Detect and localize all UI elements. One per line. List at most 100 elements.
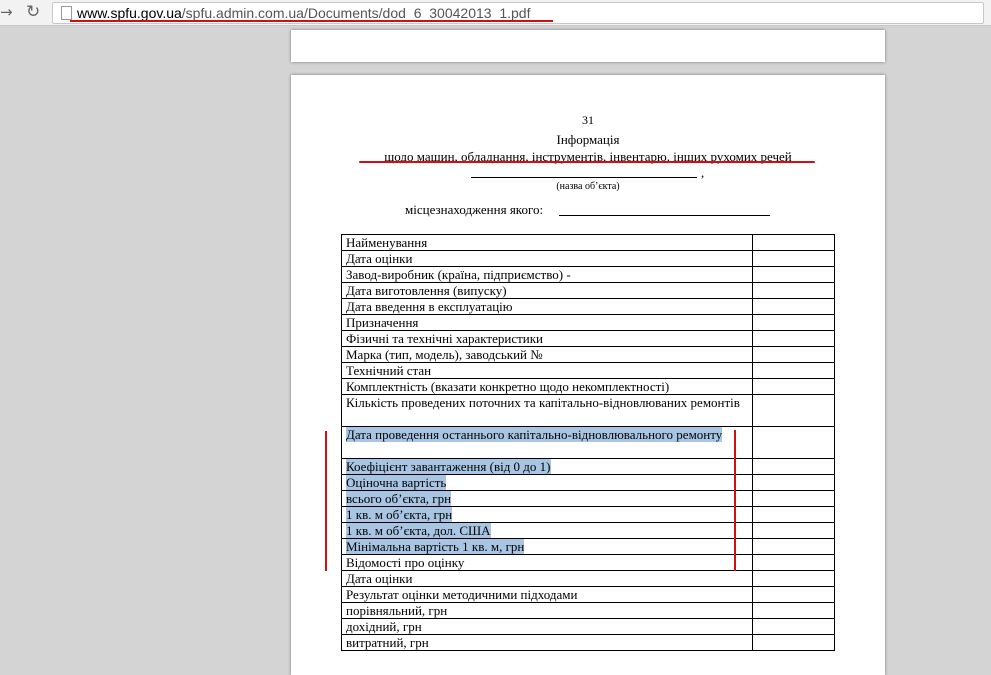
row-label-text: Результат оцінки методичними підходами <box>346 587 578 602</box>
row-value-cell <box>752 522 835 539</box>
row-label: Коефіцієнт завантаження (від 0 до 1) <box>341 458 753 475</box>
object-name-comma: , <box>701 165 705 180</box>
row-value-cell <box>752 634 835 651</box>
row-label-text: Дата проведення останнього капітально-ві… <box>346 427 723 442</box>
row-label-text: Завод-виробник (країна, підприємство) - <box>346 267 571 282</box>
row-label: дохідний, грн <box>341 618 753 635</box>
row-value-cell <box>752 538 835 555</box>
table-row: Дата оцінки <box>341 250 835 267</box>
row-label: Дата виготовлення (випуску) <box>341 282 753 299</box>
table-row: Призначення <box>341 314 835 331</box>
row-label: Дата введення в експлуатацію <box>341 298 753 315</box>
row-label-text: Мінімальна вартість 1 кв. м, грн <box>346 539 525 554</box>
row-label: Дата проведення останнього капітально-ві… <box>341 426 753 459</box>
row-value-cell <box>752 586 835 603</box>
row-value-cell <box>752 346 835 363</box>
row-label: Комплектність (вказати конкретно щодо не… <box>341 378 753 395</box>
current-page: 31 Інформація щодо машин, обладнання, ін… <box>291 75 885 675</box>
document-title: Інформація <box>556 132 620 147</box>
row-label-text: всього об’єкта, грн <box>346 491 452 506</box>
table-row: 1 кв. м об’єкта, дол. США <box>341 522 835 539</box>
row-label: Дата оцінки <box>341 570 753 587</box>
row-label: 1 кв. м об’єкта, грн <box>341 506 753 523</box>
row-value-cell <box>752 234 835 251</box>
red-annotation-right <box>734 430 736 571</box>
table-row: Найменування <box>341 234 835 251</box>
table-row: Дата оцінки <box>341 570 835 587</box>
table-row: порівняльний, грн <box>341 602 835 619</box>
row-label: Оціночна вартість <box>341 474 753 491</box>
row-label: всього об’єкта, грн <box>341 490 753 507</box>
row-label-text: Кількість проведених поточних та капітал… <box>346 395 740 410</box>
table-row: всього об’єкта, грн <box>341 490 835 507</box>
row-label-text: дохідний, грн <box>346 619 422 634</box>
row-value-cell <box>752 426 835 459</box>
row-value-cell <box>752 362 835 379</box>
row-label: порівняльний, грн <box>341 602 753 619</box>
table-row: Кількість проведених поточних та капітал… <box>341 394 835 427</box>
row-label-text: Відомості про оцінку <box>346 555 465 570</box>
row-label-text: Оціночна вартість <box>346 475 447 490</box>
back-arrow-icon[interactable]: → <box>0 3 13 21</box>
row-label-text: Дата введення в експлуатацію <box>346 299 513 314</box>
row-label: Фізичні та технічні характеристики <box>341 330 753 347</box>
row-label: Завод-виробник (країна, підприємство) - <box>341 266 753 283</box>
table-row: Мінімальна вартість 1 кв. м, грн <box>341 538 835 555</box>
pdf-viewer[interactable]: 31 Інформація щодо машин, обладнання, ін… <box>0 26 991 675</box>
table-row: Марка (тип, модель), заводський № <box>341 346 835 363</box>
row-value-cell <box>752 602 835 619</box>
table-row: Дата введення в експлуатацію <box>341 298 835 315</box>
subtitle-red-underline <box>359 161 815 163</box>
page-number: 31 <box>582 113 594 127</box>
row-label-text: Фізичні та технічні характеристики <box>346 331 543 346</box>
row-value-cell <box>752 474 835 491</box>
row-label-text: Комплектність (вказати конкретно щодо не… <box>346 379 670 394</box>
row-label-text: Технічний стан <box>346 363 432 378</box>
page-icon <box>61 6 72 20</box>
row-label-text: 1 кв. м об’єкта, грн <box>346 507 453 522</box>
url-host: www.spfu.gov.ua <box>77 5 182 21</box>
row-label-text: 1 кв. м об’єкта, дол. США <box>346 523 491 538</box>
row-label-text: Коефіцієнт завантаження (від 0 до 1) <box>346 459 551 474</box>
url-red-underline <box>70 20 553 22</box>
row-label-text: витратний, грн <box>346 635 429 650</box>
browser-toolbar: → ↻ www.spfu.gov.ua/spfu.admin.com.ua/Do… <box>0 0 991 26</box>
row-value-cell <box>752 314 835 331</box>
row-label: Марка (тип, модель), заводський № <box>341 346 753 363</box>
table-row: Завод-виробник (країна, підприємство) - <box>341 266 835 283</box>
location-label: місцезнаходження якого: <box>405 202 544 217</box>
table-row: Оціночна вартість <box>341 474 835 491</box>
table-row: Відомості про оцінку <box>341 554 835 571</box>
row-label: Призначення <box>341 314 753 331</box>
row-value-cell <box>752 506 835 523</box>
table-row: 1 кв. м об’єкта, грн <box>341 506 835 523</box>
row-value-cell <box>752 298 835 315</box>
reload-icon[interactable]: ↻ <box>26 3 40 21</box>
url-text[interactable]: www.spfu.gov.ua/spfu.admin.com.ua/Docume… <box>77 5 530 21</box>
table-row: Дата виготовлення (випуску) <box>341 282 835 299</box>
row-value-cell <box>752 330 835 347</box>
table-row: дохідний, грн <box>341 618 835 635</box>
row-label: Найменування <box>341 234 753 251</box>
row-label: Кількість проведених поточних та капітал… <box>341 394 753 427</box>
row-label: Дата оцінки <box>341 250 753 267</box>
row-label: Технічний стан <box>341 362 753 379</box>
row-value-cell <box>752 266 835 283</box>
table-row: витратний, грн <box>341 634 835 651</box>
object-name-caption: (назва об’єкта) <box>556 181 620 192</box>
row-label-text: Призначення <box>346 315 419 330</box>
object-name-blank <box>471 177 697 178</box>
row-label: витратний, грн <box>341 634 753 651</box>
table-row: Дата проведення останнього капітально-ві… <box>341 426 835 459</box>
row-label-text: Найменування <box>346 235 428 250</box>
row-value-cell <box>752 490 835 507</box>
row-label-text: Дата виготовлення (випуску) <box>346 283 507 298</box>
row-value-cell <box>752 250 835 267</box>
table-row: Результат оцінки методичними підходами <box>341 586 835 603</box>
row-label: Мінімальна вартість 1 кв. м, грн <box>341 538 753 555</box>
table-row: Технічний стан <box>341 362 835 379</box>
info-table: Найменування Дата оцінки Завод-виробник (к… <box>341 234 835 651</box>
url-path: /spfu.admin.com.ua/Documents/dod_6_30042… <box>181 5 531 21</box>
previous-page <box>291 30 885 62</box>
row-value-cell <box>752 378 835 395</box>
